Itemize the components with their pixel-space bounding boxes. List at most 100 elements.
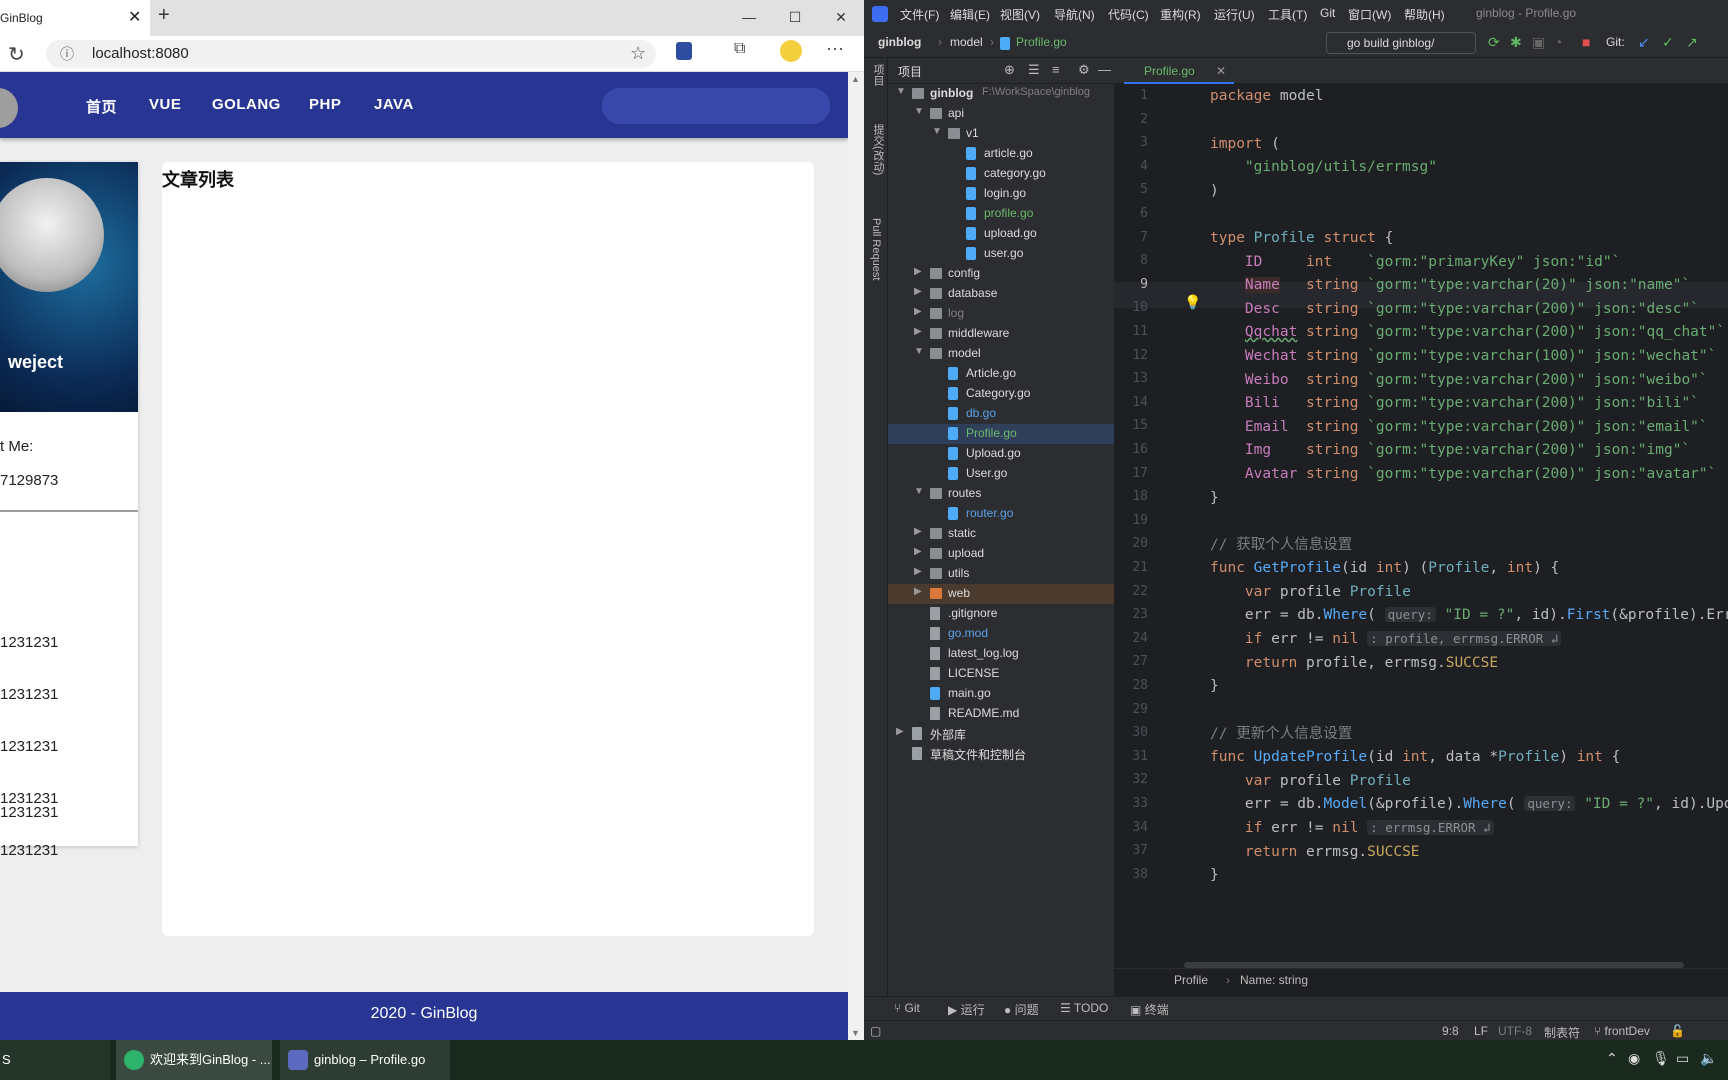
tree-item[interactable]: db.go bbox=[888, 404, 1114, 424]
file-encoding[interactable]: UTF-8 bbox=[1498, 1024, 1532, 1038]
tray-chevron-icon[interactable]: ⌃ bbox=[1606, 1050, 1618, 1067]
menu-navigate[interactable]: 导航(N) bbox=[1054, 6, 1095, 23]
tool-problems[interactable]: ● 问题 bbox=[1004, 1001, 1039, 1018]
chevron-down-icon[interactable]: ▼ bbox=[932, 126, 942, 137]
tree-item[interactable]: .gitignore bbox=[888, 604, 1114, 624]
nav-link-java[interactable]: JAVA bbox=[374, 96, 414, 113]
close-tab-icon[interactable]: ✕ bbox=[128, 0, 141, 36]
tree-item[interactable]: Profile.go bbox=[888, 424, 1114, 444]
git-push-icon[interactable]: ↗ bbox=[1686, 34, 1698, 51]
lightbulb-icon[interactable]: 💡 bbox=[1184, 294, 1201, 311]
minimize-icon[interactable]: — bbox=[726, 0, 772, 36]
coverage-icon[interactable]: ▣ bbox=[1532, 34, 1545, 51]
layout-toggle-icon[interactable]: ▢ bbox=[870, 1024, 881, 1038]
editor-tab-profile[interactable]: Profile.go ✕ bbox=[1124, 58, 1234, 84]
search-input[interactable] bbox=[602, 88, 830, 124]
close-window-icon[interactable]: ✕ bbox=[818, 0, 864, 36]
breadcrumb-model[interactable]: model bbox=[950, 35, 983, 49]
chevron-right-icon[interactable]: ▶ bbox=[914, 526, 922, 537]
indent-setting[interactable]: 制表符 bbox=[1544, 1024, 1580, 1041]
debug-icon[interactable]: ✱ bbox=[1510, 34, 1522, 51]
tool-git[interactable]: ⑂ Git bbox=[894, 1001, 920, 1015]
locate-file-icon[interactable]: ⊕ bbox=[1004, 62, 1015, 78]
menu-help[interactable]: 帮助(H) bbox=[1404, 6, 1445, 23]
network-icon[interactable]: ▭ bbox=[1676, 1050, 1689, 1067]
tree-item[interactable]: router.go bbox=[888, 504, 1114, 524]
breadcrumb-project[interactable]: ginblog bbox=[878, 35, 921, 49]
tree-item[interactable]: ▼ routes bbox=[888, 484, 1114, 504]
tree-item[interactable]: ▶ config bbox=[888, 264, 1114, 284]
menu-tools[interactable]: 工具(T) bbox=[1268, 6, 1307, 23]
tree-item[interactable]: go.mod bbox=[888, 624, 1114, 644]
taskbar-item-goland[interactable]: ginblog – Profile.go bbox=[280, 1040, 450, 1080]
git-branch[interactable]: ⑂ frontDev bbox=[1594, 1024, 1650, 1038]
tree-item[interactable]: Upload.go bbox=[888, 444, 1114, 464]
chevron-down-icon[interactable]: ▼ bbox=[896, 86, 906, 97]
chevron-down-icon[interactable]: ▼ bbox=[914, 346, 924, 357]
code-crumb-field[interactable]: Name: string bbox=[1240, 973, 1308, 987]
tree-item[interactable]: ▶ utils bbox=[888, 564, 1114, 584]
volume-icon[interactable]: 🔈 bbox=[1700, 1050, 1717, 1067]
tool-project[interactable]: 项目 bbox=[870, 64, 886, 86]
tree-item[interactable]: README.md bbox=[888, 704, 1114, 724]
tree-item[interactable]: ▶ static bbox=[888, 524, 1114, 544]
collapse-all-icon[interactable]: ≡ bbox=[1052, 62, 1060, 77]
project-view-dropdown[interactable]: 项目 bbox=[898, 63, 922, 80]
tree-item[interactable]: article.go bbox=[888, 144, 1114, 164]
chevron-right-icon[interactable]: ▶ bbox=[914, 326, 922, 337]
menu-window[interactable]: 窗口(W) bbox=[1348, 6, 1391, 23]
tree-item[interactable]: latest_log.log bbox=[888, 644, 1114, 664]
tool-pull-request[interactable]: Pull Request bbox=[870, 218, 882, 280]
chevron-down-icon[interactable]: ▼ bbox=[914, 106, 924, 117]
tree-item[interactable]: user.go bbox=[888, 244, 1114, 264]
tray-app-icon[interactable]: ◉ bbox=[1628, 1050, 1640, 1067]
address-field[interactable]: ⓘ localhost:8080 ☆ bbox=[46, 40, 656, 68]
tree-item[interactable]: User.go bbox=[888, 464, 1114, 484]
tree-item[interactable]: login.go bbox=[888, 184, 1114, 204]
close-tab-icon[interactable]: ✕ bbox=[1216, 58, 1226, 84]
menu-run[interactable]: 运行(U) bbox=[1214, 6, 1255, 23]
tree-item[interactable]: ▼ model bbox=[888, 344, 1114, 364]
chevron-right-icon[interactable]: ▶ bbox=[914, 286, 922, 297]
taskbar-item-browser[interactable]: 欢迎来到GinBlog - ... bbox=[116, 1040, 272, 1080]
hide-panel-icon[interactable]: — bbox=[1098, 62, 1111, 77]
scroll-up-icon[interactable]: ▲ bbox=[851, 74, 860, 84]
lock-icon[interactable]: 🔓 bbox=[1670, 1024, 1685, 1038]
nav-link-home[interactable]: 首页 bbox=[86, 96, 117, 117]
stop-icon[interactable]: ■ bbox=[1582, 34, 1590, 50]
new-tab-button[interactable]: + bbox=[158, 4, 170, 27]
profile-avatar-icon[interactable] bbox=[780, 40, 802, 62]
scroll-down-icon[interactable]: ▼ bbox=[851, 1028, 860, 1038]
profile-run-icon[interactable]: ◔ bbox=[1554, 34, 1562, 50]
expand-all-icon[interactable]: ☰ bbox=[1028, 62, 1040, 78]
chevron-right-icon[interactable]: ▶ bbox=[896, 726, 904, 737]
chevron-right-icon[interactable]: ▶ bbox=[914, 586, 922, 597]
tree-item[interactable]: ▼ v1 bbox=[888, 124, 1114, 144]
tool-todo[interactable]: ☰ TODO bbox=[1060, 1001, 1108, 1015]
git-update-icon[interactable]: ↙ bbox=[1638, 34, 1650, 51]
caret-position[interactable]: 9:8 bbox=[1442, 1024, 1459, 1038]
settings-gear-icon[interactable]: ⚙ bbox=[1078, 62, 1090, 78]
chevron-right-icon[interactable]: ▶ bbox=[914, 266, 922, 277]
menu-view[interactable]: 视图(V) bbox=[1000, 6, 1040, 23]
menu-edit[interactable]: 编辑(E) bbox=[950, 6, 990, 23]
maximize-icon[interactable]: ☐ bbox=[772, 0, 818, 36]
tree-item[interactable]: ▶ web bbox=[888, 584, 1114, 604]
menu-code[interactable]: 代码(C) bbox=[1108, 6, 1149, 23]
chevron-down-icon[interactable]: ▼ bbox=[914, 486, 924, 497]
tree-item[interactable]: upload.go bbox=[888, 224, 1114, 244]
chevron-right-icon[interactable]: ▶ bbox=[914, 566, 922, 577]
tree-item[interactable]: ▶ middleware bbox=[888, 324, 1114, 344]
favorite-star-icon[interactable]: ☆ bbox=[630, 43, 646, 64]
code-area[interactable]: 1 2 3 4 5 6 7 8 9 10 11 12 13 14 15 16 17 18 19 20 21 22 23 24 2… bbox=[1114, 84, 1728, 934]
run-config-dropdown[interactable]: go build ginblog/ bbox=[1326, 32, 1476, 54]
url-text[interactable]: localhost:8080 bbox=[92, 45, 189, 62]
browser-menu-icon[interactable]: ··· bbox=[826, 38, 844, 59]
menu-refactor[interactable]: 重构(R) bbox=[1160, 6, 1201, 23]
tree-item[interactable]: Category.go bbox=[888, 384, 1114, 404]
info-icon[interactable]: ⓘ bbox=[60, 44, 74, 64]
tool-run[interactable]: ▶ 运行 bbox=[948, 1001, 985, 1018]
nav-link-golang[interactable]: GOLANG bbox=[212, 96, 281, 113]
taskbar-search[interactable]: S bbox=[0, 1040, 110, 1080]
nav-avatar[interactable] bbox=[0, 88, 18, 128]
